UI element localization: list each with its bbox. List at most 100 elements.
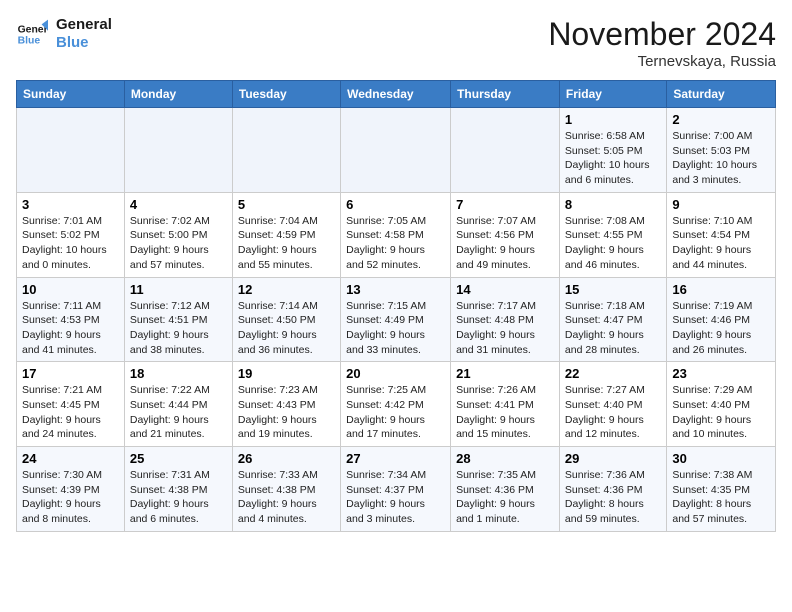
page-header: General Blue General Blue November 2024 …	[16, 16, 776, 70]
day-number: 24	[22, 451, 119, 466]
day-info: Sunrise: 7:36 AM Sunset: 4:36 PM Dayligh…	[565, 468, 661, 527]
calendar-table: SundayMondayTuesdayWednesdayThursdayFrid…	[16, 80, 776, 532]
day-number: 23	[672, 366, 770, 381]
day-number: 15	[565, 282, 661, 297]
day-number: 22	[565, 366, 661, 381]
logo: General Blue General Blue	[16, 16, 112, 52]
weekday-header: Wednesday	[341, 81, 451, 108]
day-info: Sunrise: 7:30 AM Sunset: 4:39 PM Dayligh…	[22, 468, 119, 527]
calendar-cell: 21 Sunrise: 7:26 AM Sunset: 4:41 PM Dayli…	[451, 362, 560, 447]
day-info: Sunrise: 7:27 AM Sunset: 4:40 PM Dayligh…	[565, 383, 661, 442]
svg-text:Blue: Blue	[18, 36, 41, 47]
location: Ternevskaya, Russia	[548, 53, 776, 70]
day-number: 8	[565, 197, 661, 212]
day-number: 1	[565, 112, 661, 127]
day-info: Sunrise: 6:58 AM Sunset: 5:05 PM Dayligh…	[565, 129, 661, 188]
day-info: Sunrise: 7:19 AM Sunset: 4:46 PM Dayligh…	[672, 299, 770, 358]
day-info: Sunrise: 7:38 AM Sunset: 4:35 PM Dayligh…	[672, 468, 770, 527]
day-info: Sunrise: 7:29 AM Sunset: 4:40 PM Dayligh…	[672, 383, 770, 442]
day-number: 4	[130, 197, 227, 212]
day-number: 7	[456, 197, 554, 212]
day-info: Sunrise: 7:04 AM Sunset: 4:59 PM Dayligh…	[238, 214, 335, 273]
day-info: Sunrise: 7:08 AM Sunset: 4:55 PM Dayligh…	[565, 214, 661, 273]
calendar-cell: 8 Sunrise: 7:08 AM Sunset: 4:55 PM Daylig…	[559, 192, 666, 277]
day-info: Sunrise: 7:00 AM Sunset: 5:03 PM Dayligh…	[672, 129, 770, 188]
calendar-cell	[451, 108, 560, 193]
day-number: 17	[22, 366, 119, 381]
day-number: 21	[456, 366, 554, 381]
weekday-header: Friday	[559, 81, 666, 108]
day-number: 18	[130, 366, 227, 381]
day-number: 11	[130, 282, 227, 297]
calendar-cell: 17 Sunrise: 7:21 AM Sunset: 4:45 PM Dayli…	[17, 362, 125, 447]
calendar-cell: 20 Sunrise: 7:25 AM Sunset: 4:42 PM Dayli…	[341, 362, 451, 447]
day-number: 9	[672, 197, 770, 212]
logo-icon: General Blue	[16, 18, 48, 50]
calendar-cell	[232, 108, 340, 193]
calendar-cell: 29 Sunrise: 7:36 AM Sunset: 4:36 PM Dayli…	[559, 447, 666, 532]
calendar-cell: 24 Sunrise: 7:30 AM Sunset: 4:39 PM Dayli…	[17, 447, 125, 532]
calendar-cell	[17, 108, 125, 193]
day-number: 25	[130, 451, 227, 466]
day-number: 26	[238, 451, 335, 466]
calendar-cell: 18Sunrise: 7:22 AM Sunset: 4:44 PM Dayli…	[124, 362, 232, 447]
calendar-cell: 1 Sunrise: 6:58 AM Sunset: 5:05 PM Daylig…	[559, 108, 666, 193]
calendar-cell: 25Sunrise: 7:31 AM Sunset: 4:38 PM Dayli…	[124, 447, 232, 532]
weekday-header: Thursday	[451, 81, 560, 108]
day-info: Sunrise: 7:11 AM Sunset: 4:53 PM Dayligh…	[22, 299, 119, 358]
calendar-cell: 4 Sunrise: 7:02 AM Sunset: 5:00 PM Daylig…	[124, 192, 232, 277]
day-info: Sunrise: 7:10 AM Sunset: 4:54 PM Dayligh…	[672, 214, 770, 273]
calendar-cell: 16Sunrise: 7:19 AM Sunset: 4:46 PM Dayli…	[667, 277, 776, 362]
calendar-cell: 28 Sunrise: 7:35 AM Sunset: 4:36 PM Dayli…	[451, 447, 560, 532]
calendar-cell: 26 Sunrise: 7:33 AM Sunset: 4:38 PM Dayli…	[232, 447, 340, 532]
weekday-header: Monday	[124, 81, 232, 108]
day-info: Sunrise: 7:05 AM Sunset: 4:58 PM Dayligh…	[346, 214, 445, 273]
day-info: Sunrise: 7:14 AM Sunset: 4:50 PM Dayligh…	[238, 299, 335, 358]
day-info: Sunrise: 7:02 AM Sunset: 5:00 PM Dayligh…	[130, 214, 227, 273]
day-info: Sunrise: 7:26 AM Sunset: 4:41 PM Dayligh…	[456, 383, 554, 442]
day-number: 19	[238, 366, 335, 381]
day-number: 5	[238, 197, 335, 212]
calendar-cell: 2 Sunrise: 7:00 AM Sunset: 5:03 PM Daylig…	[667, 108, 776, 193]
day-info: Sunrise: 7:12 AM Sunset: 4:51 PM Dayligh…	[130, 299, 227, 358]
title-block: November 2024 Ternevskaya, Russia	[548, 16, 776, 70]
calendar-cell: 13 Sunrise: 7:15 AM Sunset: 4:49 PM Dayli…	[341, 277, 451, 362]
calendar-cell: 9 Sunrise: 7:10 AM Sunset: 4:54 PM Daylig…	[667, 192, 776, 277]
day-info: Sunrise: 7:33 AM Sunset: 4:38 PM Dayligh…	[238, 468, 335, 527]
day-info: Sunrise: 7:18 AM Sunset: 4:47 PM Dayligh…	[565, 299, 661, 358]
day-number: 20	[346, 366, 445, 381]
day-info: Sunrise: 7:15 AM Sunset: 4:49 PM Dayligh…	[346, 299, 445, 358]
day-number: 13	[346, 282, 445, 297]
calendar-cell: 27Sunrise: 7:34 AM Sunset: 4:37 PM Dayli…	[341, 447, 451, 532]
day-info: Sunrise: 7:34 AM Sunset: 4:37 PM Dayligh…	[346, 468, 445, 527]
day-info: Sunrise: 7:25 AM Sunset: 4:42 PM Dayligh…	[346, 383, 445, 442]
weekday-header: Sunday	[17, 81, 125, 108]
calendar-cell: 30 Sunrise: 7:38 AM Sunset: 4:35 PM Dayli…	[667, 447, 776, 532]
day-number: 30	[672, 451, 770, 466]
calendar-cell: 6Sunrise: 7:05 AM Sunset: 4:58 PM Daylig…	[341, 192, 451, 277]
day-number: 10	[22, 282, 119, 297]
calendar-cell	[341, 108, 451, 193]
calendar-cell	[124, 108, 232, 193]
day-info: Sunrise: 7:23 AM Sunset: 4:43 PM Dayligh…	[238, 383, 335, 442]
calendar-cell: 10 Sunrise: 7:11 AM Sunset: 4:53 PM Dayli…	[17, 277, 125, 362]
calendar-cell: 14 Sunrise: 7:17 AM Sunset: 4:48 PM Dayli…	[451, 277, 560, 362]
day-number: 12	[238, 282, 335, 297]
calendar-cell: 22 Sunrise: 7:27 AM Sunset: 4:40 PM Dayli…	[559, 362, 666, 447]
day-info: Sunrise: 7:35 AM Sunset: 4:36 PM Dayligh…	[456, 468, 554, 527]
weekday-header: Saturday	[667, 81, 776, 108]
day-info: Sunrise: 7:01 AM Sunset: 5:02 PM Dayligh…	[22, 214, 119, 273]
day-number: 28	[456, 451, 554, 466]
calendar-cell: 11 Sunrise: 7:12 AM Sunset: 4:51 PM Dayli…	[124, 277, 232, 362]
calendar-cell: 19 Sunrise: 7:23 AM Sunset: 4:43 PM Dayli…	[232, 362, 340, 447]
calendar-cell: 7Sunrise: 7:07 AM Sunset: 4:56 PM Daylig…	[451, 192, 560, 277]
day-number: 2	[672, 112, 770, 127]
day-number: 14	[456, 282, 554, 297]
day-number: 29	[565, 451, 661, 466]
calendar-cell: 23 Sunrise: 7:29 AM Sunset: 4:40 PM Dayli…	[667, 362, 776, 447]
calendar-cell: 12 Sunrise: 7:14 AM Sunset: 4:50 PM Dayli…	[232, 277, 340, 362]
calendar-cell: 3Sunrise: 7:01 AM Sunset: 5:02 PM Daylig…	[17, 192, 125, 277]
calendar-cell: 15 Sunrise: 7:18 AM Sunset: 4:47 PM Dayli…	[559, 277, 666, 362]
day-info: Sunrise: 7:17 AM Sunset: 4:48 PM Dayligh…	[456, 299, 554, 358]
day-info: Sunrise: 7:21 AM Sunset: 4:45 PM Dayligh…	[22, 383, 119, 442]
